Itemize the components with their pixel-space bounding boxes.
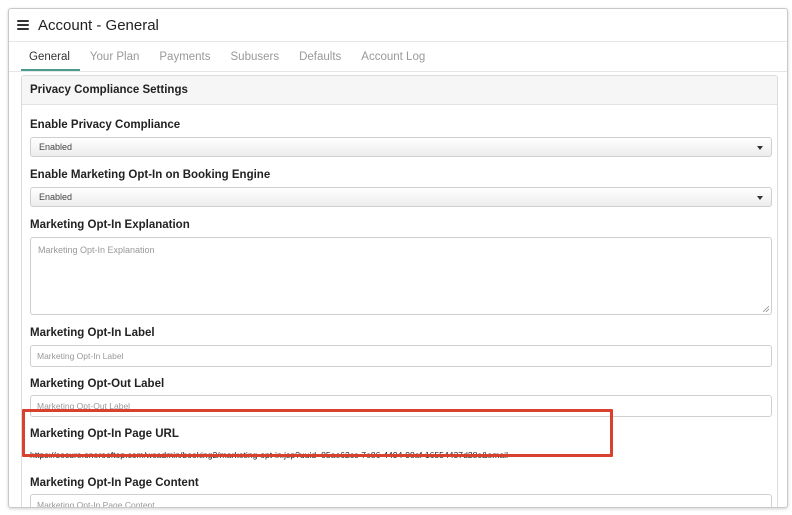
resize-grip-icon[interactable]	[763, 306, 769, 312]
opt-in-page-content-input[interactable]: Marketing Opt-In Page Content	[30, 494, 772, 508]
tab-bar: General Your Plan Payments Subusers Defa…	[9, 42, 787, 72]
opt-in-page-content-placeholder: Marketing Opt-In Page Content	[37, 500, 155, 508]
opt-in-label-placeholder: Marketing Opt-In Label	[37, 351, 124, 361]
tab-account-log[interactable]: Account Log	[353, 51, 435, 71]
caret-down-icon	[757, 146, 763, 150]
tab-defaults[interactable]: Defaults	[291, 51, 351, 71]
marketing-opt-in-booking-label: Enable Marketing Opt-In on Booking Engin…	[30, 169, 271, 181]
tab-payments[interactable]: Payments	[151, 51, 220, 71]
opt-in-label-input[interactable]: Marketing Opt-In Label	[30, 345, 772, 367]
marketing-opt-in-booking-select[interactable]: Enabled	[30, 187, 772, 207]
page-title: Account - General	[38, 16, 159, 34]
url-highlight-box	[22, 409, 613, 457]
opt-in-explanation-textarea[interactable]: Marketing Opt-In Explanation	[30, 237, 772, 315]
opt-in-explanation-placeholder: Marketing Opt-In Explanation	[38, 245, 155, 255]
tab-subusers[interactable]: Subusers	[223, 51, 290, 71]
opt-in-explanation-label: Marketing Opt-In Explanation	[30, 219, 190, 231]
hamburger-icon[interactable]	[17, 20, 29, 30]
caret-down-icon	[757, 196, 763, 200]
marketing-opt-in-booking-value: Enabled	[39, 192, 73, 202]
top-bar: Account - General	[9, 9, 787, 42]
tab-your-plan[interactable]: Your Plan	[82, 51, 149, 71]
opt-in-page-content-label: Marketing Opt-In Page Content	[30, 477, 199, 489]
opt-out-label-label: Marketing Opt-Out Label	[30, 378, 165, 390]
opt-in-label-label: Marketing Opt-In Label	[30, 327, 155, 339]
privacy-compliance-value: Enabled	[39, 142, 73, 152]
privacy-compliance-label: Enable Privacy Compliance	[30, 119, 181, 131]
tab-general[interactable]: General	[21, 51, 80, 71]
panel-title: Privacy Compliance Settings	[22, 76, 777, 105]
privacy-compliance-select[interactable]: Enabled	[30, 137, 772, 157]
